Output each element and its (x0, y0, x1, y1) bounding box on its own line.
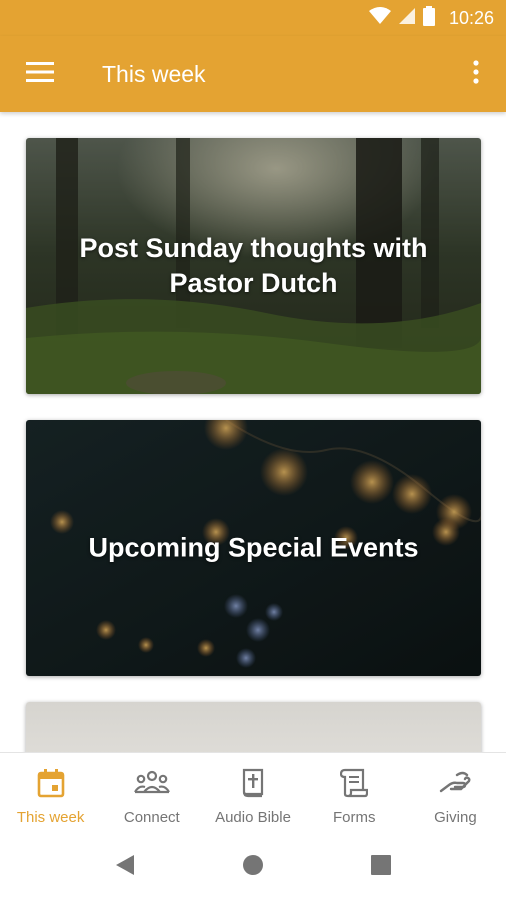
recents-button[interactable] (317, 834, 445, 900)
home-circle-icon (242, 854, 264, 881)
giving-hand-icon (439, 767, 471, 799)
status-icons: 10:26 (368, 5, 494, 31)
nav-label: Connect (123, 809, 180, 826)
battery-icon (422, 5, 435, 31)
bible-icon (241, 767, 265, 799)
system-navigation-bar (0, 834, 506, 900)
feed: Post Sunday thoughts with Pastor Dutch U… (0, 112, 506, 752)
home-button[interactable] (189, 834, 317, 900)
status-bar: 10:26 (0, 0, 506, 36)
wifi-icon (368, 6, 391, 30)
nav-item-forms[interactable]: Forms (304, 753, 405, 834)
card-title: Post Sunday thoughts with Pastor Dutch (79, 233, 428, 298)
nav-label: Audio Bible (215, 809, 291, 826)
app-bar: This week (0, 36, 506, 112)
back-button[interactable] (61, 834, 189, 900)
status-time: 10:26 (448, 7, 494, 28)
nav-item-connect[interactable]: Connect (101, 753, 202, 834)
people-icon (133, 767, 170, 799)
recents-square-icon (371, 854, 391, 880)
overflow-menu-button[interactable] (454, 36, 498, 112)
menu-button[interactable] (0, 36, 80, 112)
back-triangle-icon (115, 854, 135, 881)
hamburger-menu-icon (26, 61, 54, 87)
feed-card-partial[interactable] (26, 702, 481, 752)
feed-card-special-events[interactable]: Upcoming Special Events (26, 420, 481, 676)
card-title: Upcoming Special Events (88, 532, 419, 563)
nav-item-audio-bible[interactable]: Audio Bible (202, 753, 303, 834)
calendar-icon (37, 767, 65, 799)
nav-label: Giving (434, 809, 477, 826)
nav-item-this-week[interactable]: This week (0, 753, 101, 834)
nav-label: This week (16, 809, 85, 826)
scroll-icon (340, 767, 369, 799)
bottom-navigation: This week Connect Audio Bible Forms Givi… (0, 752, 506, 834)
nav-item-giving[interactable]: Giving (405, 753, 506, 834)
cell-signal-icon (398, 7, 415, 30)
feed-card-post-sunday[interactable]: Post Sunday thoughts with Pastor Dutch (26, 138, 481, 394)
page-title: This week (102, 60, 206, 87)
nav-label: Forms (332, 809, 376, 826)
more-vert-icon (473, 59, 479, 89)
